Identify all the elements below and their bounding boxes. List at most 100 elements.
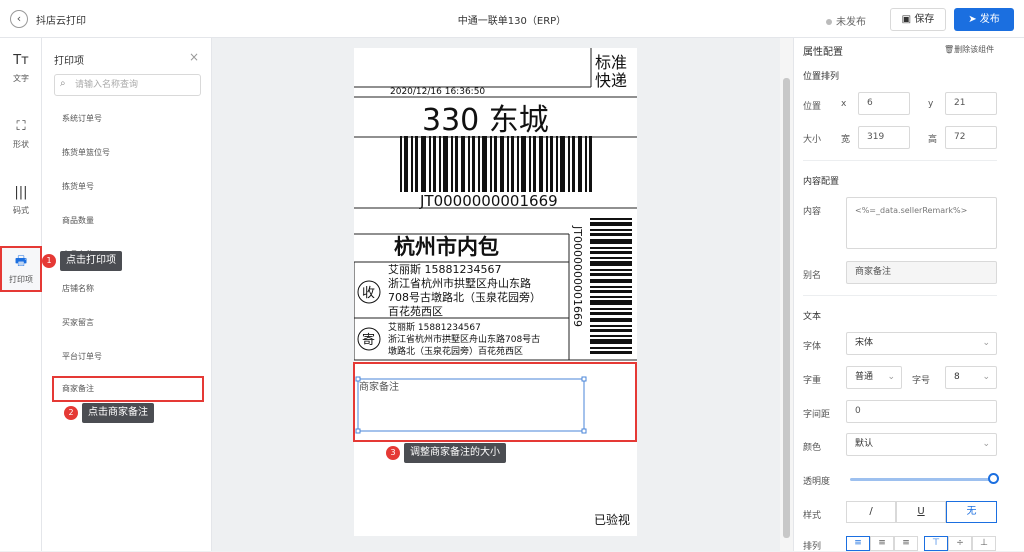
chevron-down-icon: ⌄ — [982, 439, 990, 449]
font-select[interactable]: 宋体 ⌄ — [846, 332, 997, 355]
align-right-icon[interactable]: ≡ — [894, 536, 918, 551]
divider — [803, 160, 997, 161]
no-style-button[interactable]: 无 — [946, 501, 997, 523]
y-label: y — [928, 99, 934, 109]
chevron-down-icon: ⌄ — [887, 372, 895, 382]
save-button[interactable]: ▣ 保存 — [890, 8, 946, 31]
publish-status: 未发布 — [826, 13, 866, 28]
tool-print-item[interactable]: 🖶 打印项 — [0, 246, 42, 292]
content-textarea[interactable]: <%=_data.sellerRemark%> — [846, 197, 997, 249]
search-icon: ⌕ — [60, 78, 66, 89]
left-toolbar: Tт 文字 ⛶ 形状 ||| 码式 🖶 打印项 — [0, 38, 42, 551]
font-size-select[interactable]: 8 ⌄ — [945, 366, 997, 389]
tool-text[interactable]: Tт 文字 — [0, 52, 42, 84]
italic-button[interactable]: / — [846, 501, 896, 523]
label-tracking-horizontal: JT0000000001669 — [419, 192, 558, 210]
list-item[interactable]: 买家留言 — [54, 312, 199, 334]
recipient-badge: 收 — [362, 286, 375, 301]
label-tracking-vertical: JT0000000001669 — [571, 225, 584, 327]
tool-shape[interactable]: ⛶ 形状 — [0, 118, 42, 150]
recipient-address-line1: 浙江省杭州市拱墅区舟山东路 — [388, 276, 531, 290]
list-item[interactable]: 店铺名称 — [54, 278, 199, 300]
letter-spacing-input[interactable]: 0 — [846, 400, 997, 423]
align-middle-icon[interactable]: ÷ — [948, 536, 972, 551]
chevron-down-icon: ⌄ — [982, 372, 990, 382]
opacity-label: 透明度 — [803, 477, 831, 487]
divider — [803, 295, 997, 296]
list-item[interactable]: 系统订单号 — [54, 108, 199, 130]
size-label: 大小 — [803, 135, 822, 145]
label-footer: 已验视 — [594, 512, 630, 527]
position-section-title: 位置排列 — [803, 72, 840, 82]
alias-input[interactable]: 商家备注 — [846, 261, 997, 284]
align-center-icon[interactable]: ≡ — [870, 536, 894, 551]
delete-component-button[interactable]: 🗑删除该组件 — [944, 44, 994, 55]
print-items-panel: 打印项 × 请输入名称查询 ⌕ 系统订单号 拣货单篮位号 拣货单号 商品数量 商… — [42, 38, 212, 551]
align-top-icon[interactable]: ⊤ — [924, 536, 948, 551]
step-badge-1: 1 — [42, 254, 56, 268]
letter-spacing-label: 字间距 — [803, 410, 831, 420]
barcode-vertical — [590, 218, 632, 354]
color-select[interactable]: 默认 ⌄ — [846, 433, 997, 456]
scrollbar-thumb[interactable] — [783, 78, 790, 538]
close-icon[interactable]: × — [189, 50, 199, 64]
weight-label: 字重 — [803, 376, 822, 386]
x-label: x — [841, 99, 847, 109]
publish-button[interactable]: ➤ 发布 — [954, 8, 1014, 31]
highlight-resize-area — [353, 362, 637, 442]
shape-icon: ⛶ — [16, 119, 26, 134]
content-label: 内容 — [803, 207, 822, 217]
label-route: 330 东城 — [422, 103, 549, 138]
label-datetime: 2020/12/16 16:36:50 — [390, 87, 485, 97]
label-hub: 杭州市内包 — [394, 235, 499, 259]
panel-title: 打印项 — [54, 56, 84, 67]
step-badge-2: 2 — [64, 406, 78, 420]
label-brand-line2: 快递 — [595, 71, 627, 90]
color-label: 颜色 — [803, 443, 822, 453]
height-input[interactable]: 72 — [945, 126, 997, 149]
search-input[interactable]: 请输入名称查询 — [54, 74, 201, 96]
send-icon: ➤ — [968, 14, 980, 25]
status-dot-icon — [826, 19, 832, 25]
tool-barcode[interactable]: ||| 码式 — [0, 184, 42, 216]
font-size-label: 字号 — [912, 376, 931, 386]
properties-title: 属性配置 — [803, 47, 843, 58]
document-title: 中通一联单130（ERP） — [457, 16, 567, 27]
width-input[interactable]: 319 — [858, 126, 910, 149]
text-section-title: 文本 — [803, 312, 822, 322]
y-input[interactable]: 21 — [945, 92, 997, 115]
list-item[interactable]: 商品数量 — [54, 210, 199, 232]
sender-address-line2: 墩路北（玉泉花园旁）百花苑西区 — [388, 345, 523, 357]
list-item[interactable]: 拣货单号 — [54, 176, 199, 198]
width-label: 宽 — [841, 135, 851, 145]
printer-icon: 🖶 — [14, 254, 28, 269]
align-bottom-icon[interactable]: ⊥ — [972, 536, 996, 551]
sender-name-phone: 艾丽斯 15881234567 — [388, 321, 481, 333]
recipient-address-line3: 百花苑西区 — [388, 305, 443, 318]
weight-select[interactable]: 普通 ⌄ — [846, 366, 902, 389]
recipient-name-phone: 艾丽斯 15881234567 — [388, 263, 501, 276]
chevron-down-icon: ⌄ — [982, 338, 990, 348]
align-left-icon[interactable]: ≡ — [846, 536, 870, 551]
callout-step-2: 点击商家备注 — [82, 403, 154, 423]
opacity-slider-handle[interactable] — [988, 473, 999, 484]
sender-address-line1: 浙江省杭州市拱墅区舟山东路708号古 — [388, 333, 540, 345]
recipient-address-line2: 708号古墩路北（玉泉花园旁） — [388, 290, 541, 304]
callout-step-3: 调整商家备注的大小 — [404, 443, 506, 463]
font-label: 字体 — [803, 342, 822, 352]
x-input[interactable]: 6 — [858, 92, 910, 115]
content-section-title: 内容配置 — [803, 177, 840, 187]
top-bar: ‹ 抖店云打印 中通一联单130（ERP） 未发布 ▣ 保存 ➤ 发布 — [0, 0, 1024, 38]
barcode-horizontal — [400, 136, 592, 192]
opacity-slider-track[interactable] — [850, 478, 994, 481]
underline-button[interactable]: U — [896, 501, 946, 523]
barcode-icon: ||| — [14, 185, 28, 200]
sender-badge: 寄 — [362, 332, 375, 348]
save-icon: ▣ — [901, 14, 915, 25]
list-item-seller-remark[interactable]: 商家备注 — [52, 376, 204, 402]
list-item[interactable]: 平台订单号 — [54, 346, 199, 368]
step-badge-3: 3 — [386, 446, 400, 460]
height-label: 高 — [928, 135, 938, 145]
list-item[interactable]: 拣货单篮位号 — [54, 142, 199, 164]
position-label: 位置 — [803, 102, 822, 112]
